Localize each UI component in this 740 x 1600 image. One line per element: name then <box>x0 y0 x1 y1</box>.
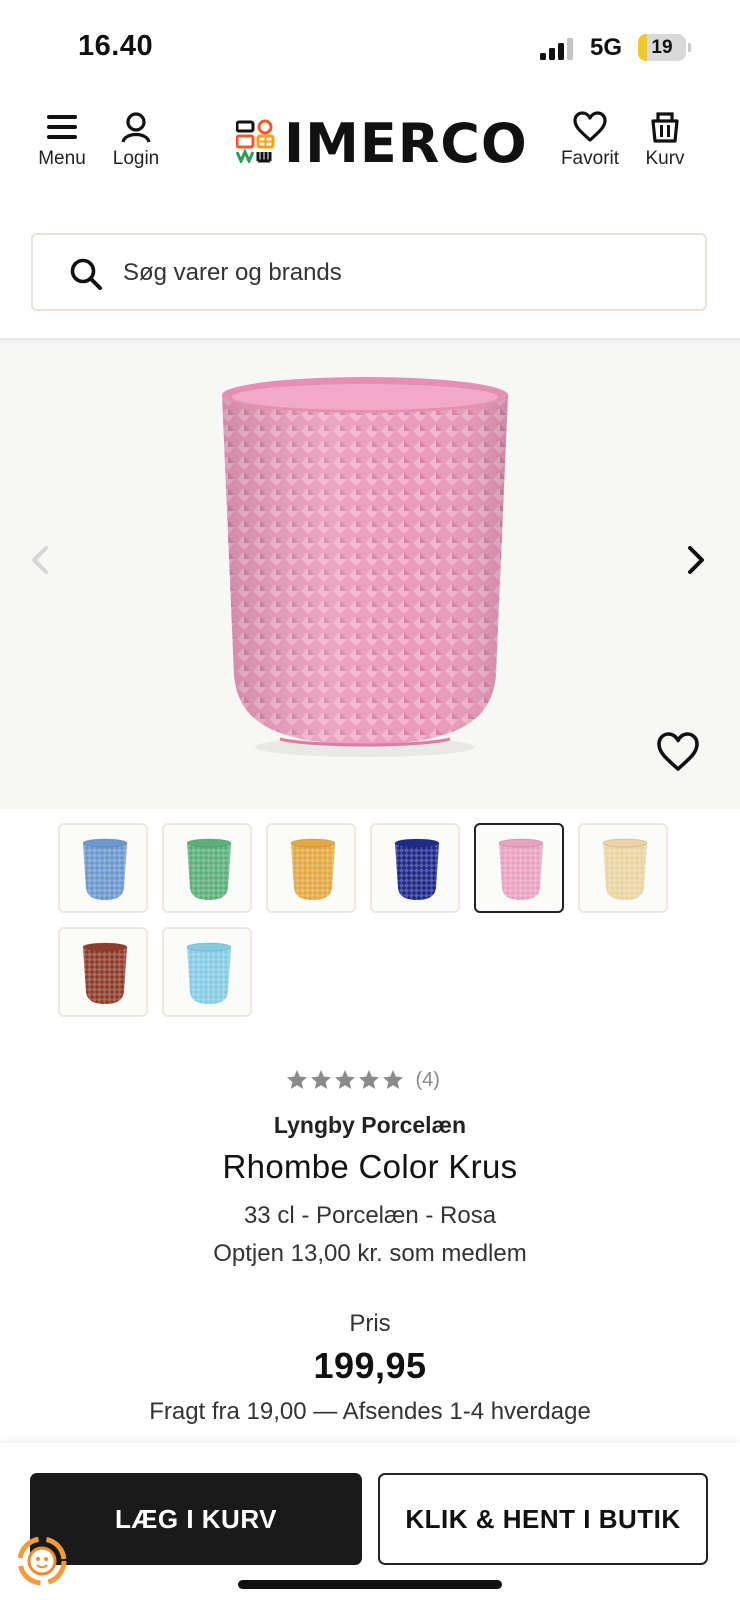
menu-button[interactable]: Menu <box>22 110 102 190</box>
cart-button[interactable]: Kurv <box>625 110 705 190</box>
thumbnail-pink[interactable] <box>474 823 564 913</box>
user-icon <box>121 112 151 143</box>
site-header: Menu Login IMERCO Favorit Kurv <box>0 92 740 202</box>
click-collect-button[interactable]: KLIK & HENT I BUTIK <box>378 1473 708 1565</box>
mug-thumbnail-image <box>498 838 544 900</box>
heart-icon <box>573 111 607 142</box>
rating[interactable]: (4) <box>285 1068 485 1098</box>
login-button[interactable]: Login <box>96 110 176 190</box>
mug-thumbnail-image <box>290 838 336 900</box>
thumbnail-yellow[interactable] <box>266 823 356 913</box>
search-icon <box>70 258 102 290</box>
purchase-bar: LÆG I KURV KLIK & HENT I BUTIK <box>0 1443 740 1600</box>
mug-thumbnail-image <box>186 942 232 1004</box>
basket-icon <box>651 112 679 143</box>
thumbnail-sand[interactable] <box>578 823 668 913</box>
thumbnail-blue[interactable] <box>58 823 148 913</box>
add-to-cart-button[interactable]: LÆG I KURV <box>30 1473 362 1565</box>
chevron-right-icon[interactable] <box>676 540 716 580</box>
mug-thumbnail-image <box>82 838 128 900</box>
chevron-left-icon[interactable] <box>22 540 62 580</box>
signal-icon <box>540 38 573 60</box>
star-icon <box>383 1070 403 1089</box>
mug-thumbnail-image <box>186 838 232 900</box>
logo-mark-icon <box>236 119 275 163</box>
product-title: Rhombe Color Krus <box>222 1148 518 1185</box>
shipping-info: Fragt fra 19,00 — Afsendes 1-4 hverdage <box>149 1398 591 1425</box>
product-variant: 33 cl - Porcelæn - Rosa <box>243 1202 497 1229</box>
battery-level: 19 <box>651 37 673 58</box>
favorite-label: Favorit <box>560 148 620 169</box>
home-indicator <box>238 1580 502 1589</box>
logo-wordmark: IMERCO <box>284 112 528 175</box>
rating-stars <box>285 1070 405 1089</box>
status-time: 16.40 <box>78 30 154 62</box>
product-gallery[interactable] <box>0 345 740 810</box>
chat-bot-icon[interactable] <box>12 1531 72 1591</box>
product-brand[interactable]: Lyngby Porcelæn <box>0 1112 740 1139</box>
mug-thumbnail-image <box>394 838 440 900</box>
search-box[interactable] <box>31 233 707 311</box>
rating-count: (4) <box>415 1068 440 1091</box>
network-label: 5G <box>590 34 623 61</box>
menu-label: Menu <box>38 148 86 169</box>
star-icon <box>287 1070 307 1089</box>
search-input[interactable] <box>123 251 663 295</box>
login-label: Login <box>112 148 160 169</box>
hamburger-icon <box>47 115 77 139</box>
mug-thumbnail-image <box>602 838 648 900</box>
add-to-favorites-heart-icon[interactable] <box>656 730 700 774</box>
product-image-pink-mug <box>222 377 508 757</box>
star-icon <box>335 1070 355 1089</box>
thumbnail-light-blue[interactable] <box>162 927 252 1017</box>
imerco-logo[interactable]: IMERCO <box>236 112 527 175</box>
star-icon <box>359 1070 379 1089</box>
battery-icon: 19 <box>638 34 691 61</box>
favorite-button[interactable]: Favorit <box>550 110 630 190</box>
thumbnail-dark-blue[interactable] <box>370 823 460 913</box>
thumbnail-brown[interactable] <box>58 927 148 1017</box>
price-label: Pris <box>349 1310 391 1337</box>
star-icon <box>311 1070 331 1089</box>
mug-thumbnail-image <box>82 942 128 1004</box>
status-bar: 16.40 5G 19 <box>0 0 740 90</box>
thumbnail-green[interactable] <box>162 823 252 913</box>
member-bonus: Optjen 13,00 kr. som medlem <box>213 1240 527 1267</box>
product-price: 199,95 <box>313 1345 427 1386</box>
cart-label: Kurv <box>645 148 685 169</box>
